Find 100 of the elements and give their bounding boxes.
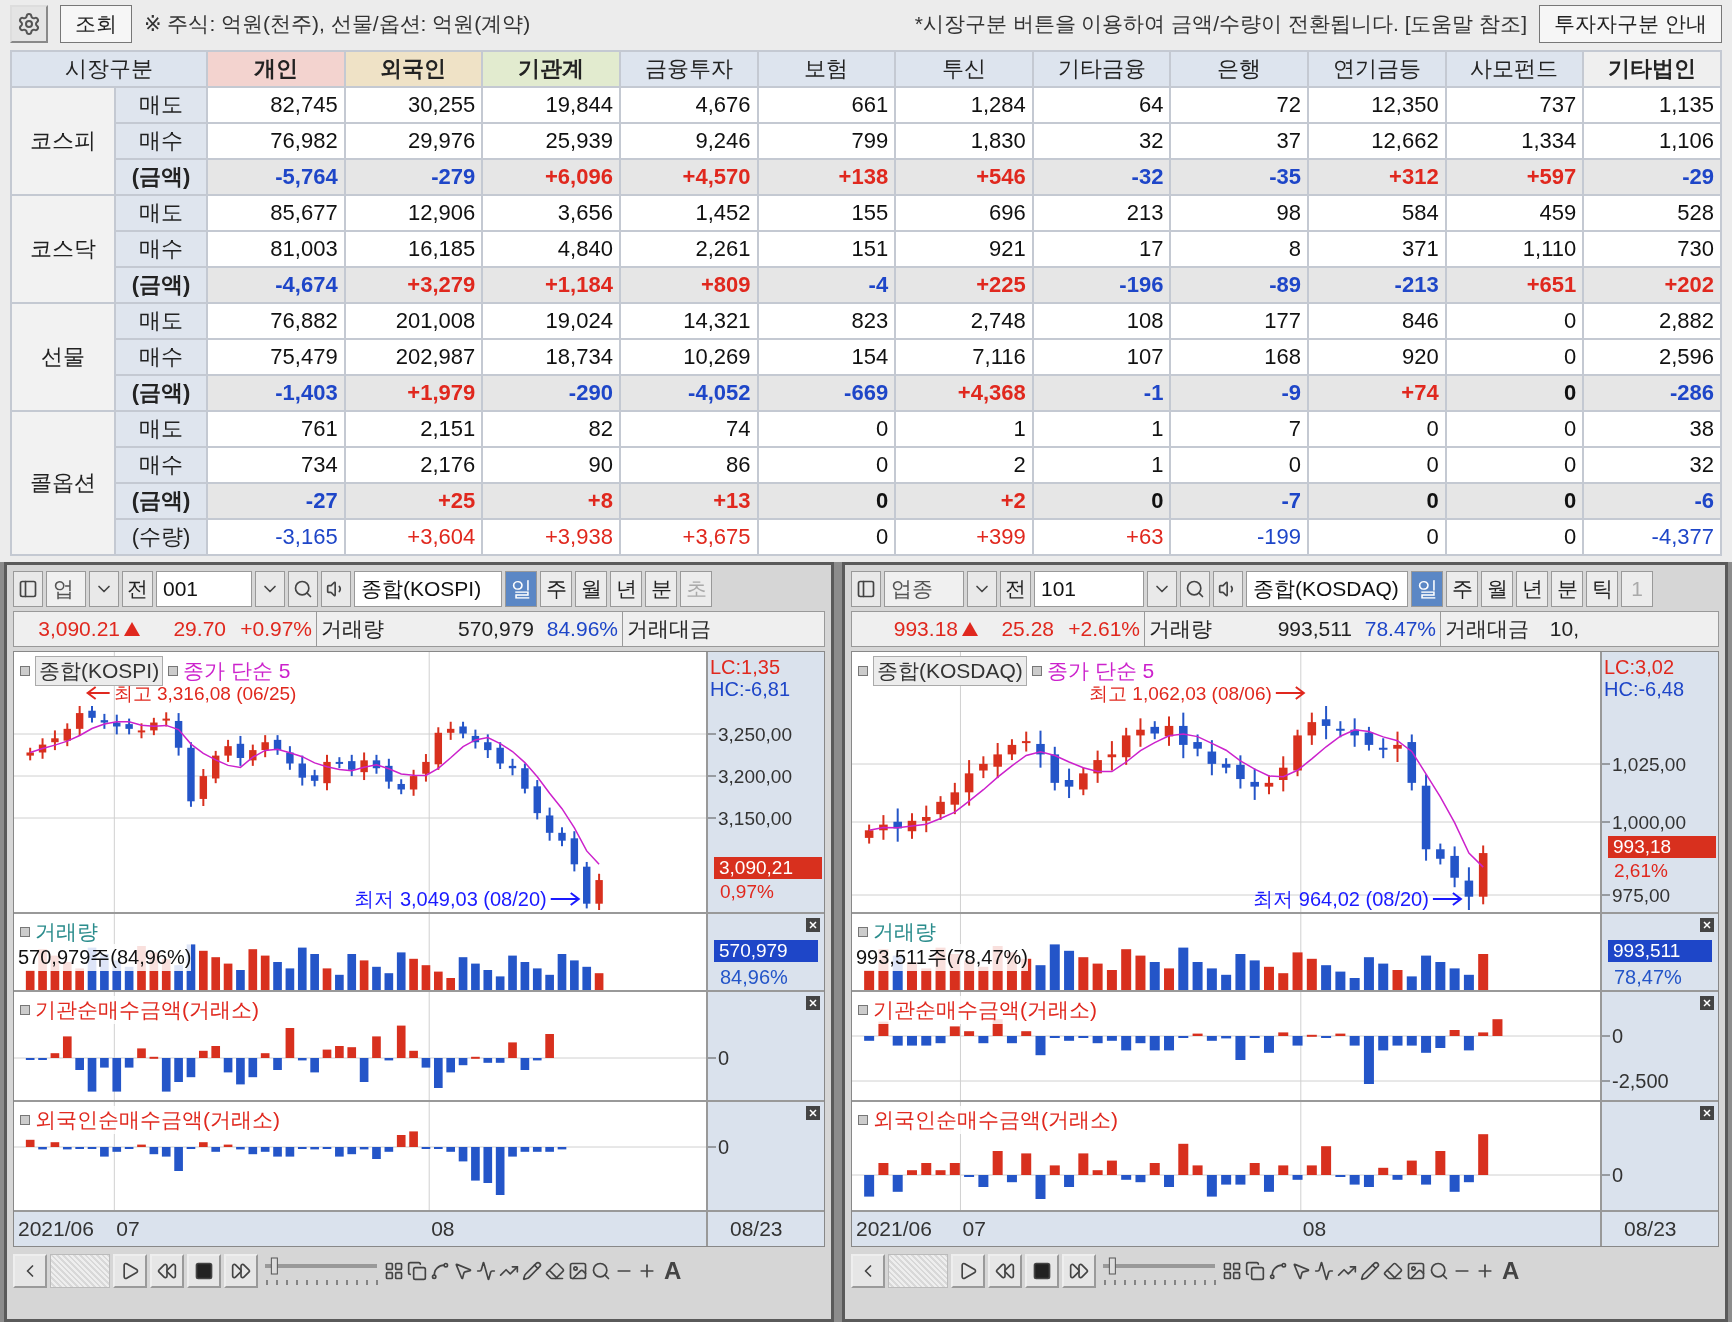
table-cell: 16,185 — [344, 231, 483, 267]
lc-label: LC:3,02 — [1604, 656, 1675, 678]
table-cell: 0 — [1032, 483, 1171, 519]
row-label: (금액) — [115, 159, 207, 195]
code-field[interactable]: 001 — [156, 571, 252, 607]
name-field[interactable]: 종합(KOSDAQ) — [1246, 571, 1408, 607]
table-cell: 2,596 — [1583, 339, 1721, 375]
name-field[interactable]: 종합(KOSPI) — [354, 571, 502, 607]
font-button[interactable]: A — [1498, 1257, 1524, 1285]
table-cell: 734 — [207, 447, 345, 483]
table-cell: +4,368 — [895, 375, 1033, 411]
axis-label: 0 — [1612, 1164, 1624, 1186]
table-cell: -4,674 — [207, 267, 345, 303]
row-label: 매수 — [115, 123, 207, 159]
market-field[interactable]: 업종 — [884, 571, 964, 607]
row-label: (금액) — [115, 483, 207, 519]
table-cell: +8 — [482, 483, 620, 519]
table-cell: 81,003 — [207, 231, 345, 267]
table-cell: 1,135 — [1583, 87, 1721, 123]
period-tab[interactable]: 월 — [1481, 571, 1513, 607]
font-button[interactable]: A — [660, 1257, 686, 1285]
hc-label: HC:-6,81 — [710, 678, 791, 700]
table-cell: 459 — [1445, 195, 1584, 231]
table-cell: 371 — [1308, 231, 1446, 267]
table-cell: -5,764 — [207, 159, 345, 195]
table-cell: 19,024 — [482, 303, 620, 339]
table-cell: 0 — [757, 519, 896, 555]
table-cell: -32 — [1032, 159, 1171, 195]
table-cell: 14,321 — [619, 303, 758, 339]
table-cell: 12,906 — [344, 195, 483, 231]
table-cell: 1,284 — [895, 87, 1033, 123]
market-label: 코스피 — [11, 87, 115, 195]
price-change: 25.28 — [1000, 617, 1055, 641]
date-label: 08 — [1302, 1217, 1327, 1241]
table-cell: 584 — [1308, 195, 1446, 231]
period-tab[interactable]: 년 — [1516, 571, 1548, 607]
period-tab[interactable]: 월 — [575, 571, 607, 607]
lc-label: LC:1,35 — [710, 656, 781, 678]
guide-button[interactable]: 투자자구분 안내 — [1539, 5, 1722, 43]
table-cell: 76,982 — [207, 123, 345, 159]
period-tab[interactable]: 일 — [505, 571, 537, 607]
table-cell: 0 — [1445, 375, 1584, 411]
column-header: 은행 — [1170, 51, 1308, 87]
table-cell: 19,844 — [482, 87, 620, 123]
table-cell: 823 — [757, 303, 896, 339]
period-tab[interactable]: 분 — [645, 571, 677, 607]
table-cell: 7 — [1170, 411, 1308, 447]
table-cell: 12,350 — [1308, 87, 1446, 123]
market-field[interactable]: 업 — [46, 571, 86, 607]
period-tab[interactable]: 년 — [610, 571, 642, 607]
table-cell: 2 — [895, 447, 1033, 483]
high-annotation: 최고 3,316,08 (06/25) — [113, 683, 297, 704]
axis-label: 3,250,00 — [718, 724, 792, 745]
table-cell: 0 — [757, 447, 896, 483]
period-tab[interactable]: 분 — [1551, 571, 1583, 607]
table-cell: -27 — [207, 483, 345, 519]
column-header: 사모펀드 — [1445, 51, 1584, 87]
table-cell: +3,279 — [344, 267, 483, 303]
table-cell: 75,479 — [207, 339, 345, 375]
table-cell: -286 — [1583, 375, 1721, 411]
table-cell: 3,656 — [482, 195, 620, 231]
table-cell: 202,987 — [344, 339, 483, 375]
column-header: 연기금등 — [1308, 51, 1446, 87]
table-cell: +225 — [895, 267, 1033, 303]
index-price: 993.18 — [892, 617, 959, 641]
table-cell: -199 — [1170, 519, 1308, 555]
query-button[interactable]: 조회 — [60, 5, 132, 43]
period-tab[interactable]: 일 — [1411, 571, 1443, 607]
change-rate: +0.97% — [239, 617, 313, 641]
table-cell: 0 — [1445, 447, 1584, 483]
series-name: 종합(KOSPI) — [35, 656, 164, 686]
table-cell: 921 — [895, 231, 1033, 267]
prefix-button[interactable]: 전 — [1000, 571, 1031, 607]
prefix-button[interactable]: 전 — [122, 571, 153, 607]
market-label: 코스닥 — [11, 195, 115, 303]
volume-summary: 993,511주(78,47%) — [856, 944, 1028, 971]
table-cell: 37 — [1170, 123, 1308, 159]
table-cell: 1 — [1032, 447, 1171, 483]
row-label: 매도 — [115, 195, 207, 231]
date-label: 08 — [431, 1217, 455, 1241]
table-cell: 85,677 — [207, 195, 345, 231]
table-cell: 76,882 — [207, 303, 345, 339]
table-cell: 168 — [1170, 339, 1308, 375]
table-cell: 12,662 — [1308, 123, 1446, 159]
code-field[interactable]: 101 — [1034, 571, 1144, 607]
table-cell: 2,176 — [344, 447, 483, 483]
table-cell: 0 — [1170, 447, 1308, 483]
change-rate: 0,97% — [720, 881, 774, 902]
column-header: 보험 — [757, 51, 896, 87]
table-cell: 38 — [1583, 411, 1721, 447]
table-cell: 761 — [207, 411, 345, 447]
table-cell: -89 — [1170, 267, 1308, 303]
period-tab[interactable]: 틱 — [1586, 571, 1618, 607]
table-cell: +809 — [619, 267, 758, 303]
period-tab[interactable]: 주 — [1446, 571, 1478, 607]
row-label: 매수 — [115, 231, 207, 267]
table-cell: 1,110 — [1445, 231, 1584, 267]
column-header: 기관계 — [482, 51, 620, 87]
table-cell: 8 — [1170, 231, 1308, 267]
period-tab[interactable]: 주 — [540, 571, 572, 607]
